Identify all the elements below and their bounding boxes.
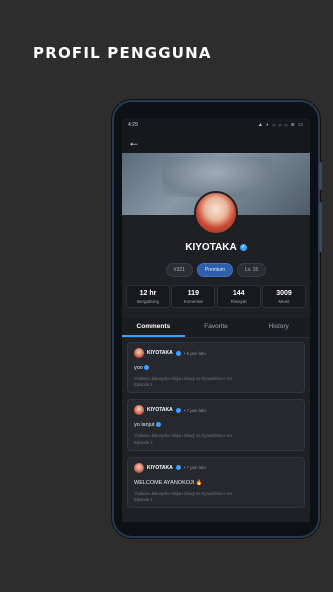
tab-history[interactable]: History	[247, 318, 310, 337]
comment-time: • 7 jam lalu	[183, 465, 206, 471]
comment-time: • 7 jam lalu	[183, 407, 206, 413]
tab-comments[interactable]: Comments	[122, 318, 185, 337]
comment-author: KIYOTAKA	[147, 407, 173, 414]
username: KIYOTAKA ✓	[185, 242, 247, 253]
level-chip: Lv. 15	[236, 263, 267, 277]
comment-header: KIYOTAKA • 7 jam lalu	[134, 462, 298, 473]
back-arrow-icon[interactable]: ←	[128, 136, 140, 148]
stat-value: 144	[232, 290, 245, 297]
comment-list: KIYOTAKA • 6 jam lalu yoo Youkoso Jitsur…	[122, 338, 310, 518]
username-text: KIYOTAKA	[185, 242, 237, 253]
comment-text-value: yoo	[134, 365, 143, 371]
page-heading: PROFIL PENGGUNA	[33, 44, 212, 62]
profile-chips: #321 Premium Lv. 15	[122, 263, 310, 277]
stat-value: 3009	[276, 290, 292, 297]
comment-episode: Episode 1	[134, 382, 153, 388]
avatar[interactable]	[194, 191, 238, 235]
comment-header: KIYOTAKA • 7 jam lalu	[134, 405, 298, 416]
comment-avatar	[134, 405, 144, 416]
emoji-icon	[144, 365, 150, 371]
comment-author: KIYOTAKA	[147, 464, 173, 471]
phone-frame: 4:29 ▲ ◐ ᵢₗ ᵢₗ ᵢₗ ≋ ▭ ← KIYOTAKA ✓ #321 …	[114, 102, 322, 536]
stat-comments: 119 Komentar	[171, 285, 216, 308]
comment-text-value: yo lanjut	[134, 422, 155, 429]
comment-card[interactable]: KIYOTAKA • 7 jam lalu WELCOME AYANOKOJI …	[127, 456, 305, 508]
status-icons: ▲ ◐ ᵢₗ ᵢₗ ᵢₗ ≋ ▭	[257, 121, 304, 128]
phone-screen: 4:29 ▲ ◐ ᵢₗ ᵢₗ ᵢₗ ≋ ▭ ← KIYOTAKA ✓ #321 …	[122, 118, 310, 522]
comment-time: • 6 jam lalu	[183, 350, 206, 356]
tab-favorite[interactable]: Favorite	[185, 318, 248, 337]
top-bar: ←	[122, 131, 310, 153]
verified-icon	[175, 350, 181, 356]
comment-avatar	[134, 348, 144, 358]
stat-label: Menit	[278, 299, 290, 304]
stat-minutes: 3009 Menit	[261, 285, 306, 308]
emoji-icon	[156, 422, 162, 428]
status-time: 4:29	[128, 121, 138, 128]
status-bar: 4:29 ▲ ◐ ᵢₗ ᵢₗ ᵢₗ ≋ ▭	[122, 118, 310, 131]
comment-text: WELCOME AYANOKOJI 🔥	[134, 479, 203, 486]
stats-row: 12 hr Bergabung 119 Komentar 144 Riwayat…	[122, 285, 310, 308]
verified-icon: ✓	[239, 244, 247, 251]
comment-episode: Episode 2	[134, 439, 153, 445]
verified-icon	[175, 407, 181, 413]
stat-value: 119	[187, 290, 199, 297]
user-id-chip: #321	[165, 263, 193, 277]
profile-tabs: Comments Favorite History	[122, 318, 310, 338]
stat-history: 144 Riwayat	[216, 285, 261, 308]
comment-card[interactable]: KIYOTAKA • 7 jam lalu yo lanjut Youkoso …	[127, 399, 305, 451]
stat-value: 12 hr	[139, 290, 157, 297]
comment-text: yoo	[134, 365, 298, 371]
stat-joined: 12 hr Bergabung	[126, 285, 170, 308]
profile-banner	[122, 153, 310, 235]
premium-badge[interactable]: Premium	[196, 263, 233, 277]
comment-episode: Episode 1	[134, 496, 153, 502]
stat-label: Riwayat	[230, 299, 247, 304]
comment-card[interactable]: KIYOTAKA • 6 jam lalu yoo Youkoso Jitsur…	[127, 342, 305, 394]
stat-label: Bergabung	[136, 299, 160, 304]
stat-label: Komentar	[183, 299, 204, 304]
side-button	[319, 162, 322, 190]
verified-icon	[175, 465, 181, 471]
comment-author: KIYOTAKA	[147, 350, 173, 356]
comment-avatar	[134, 462, 144, 473]
comment-header: KIYOTAKA • 6 jam lalu	[134, 348, 298, 358]
side-button	[319, 202, 322, 252]
comment-text: yo lanjut	[134, 422, 298, 428]
